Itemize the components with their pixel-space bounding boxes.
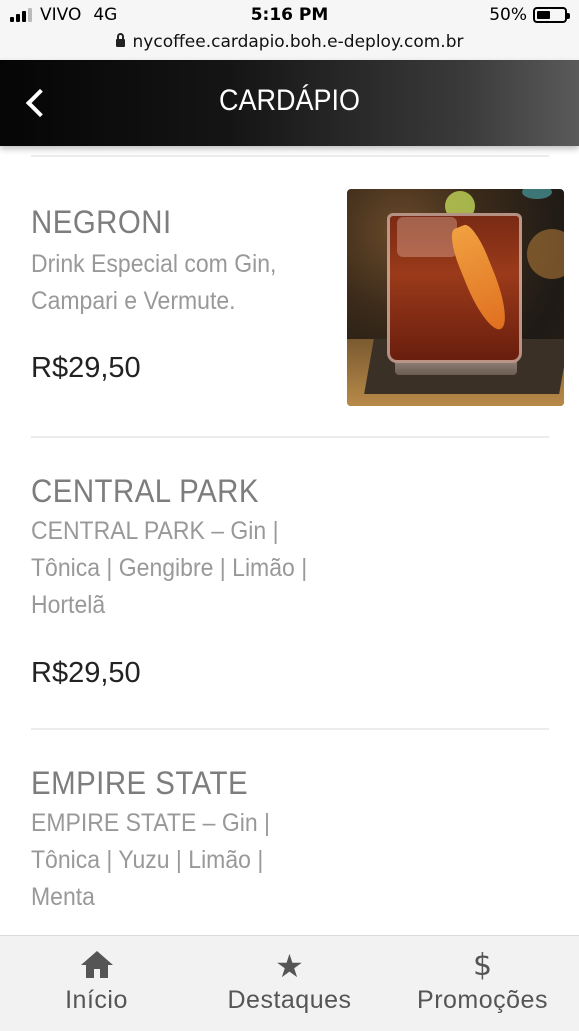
tab-inicio[interactable]: Início	[0, 936, 193, 1031]
battery-icon	[533, 7, 570, 23]
item-description: CENTRAL PARK – Gin | Tônica | Gengibre |…	[31, 517, 308, 619]
tab-label: Início	[65, 986, 128, 1014]
item-price: R$29,50	[31, 352, 141, 384]
battery-fill	[537, 11, 550, 19]
page-title: CARDÁPIO	[218, 84, 361, 117]
item-price: R$29,50	[31, 657, 141, 689]
divider	[31, 155, 549, 157]
tab-label: Promoções	[417, 986, 548, 1014]
tab-label: Destaques	[227, 986, 352, 1014]
battery-percent: 50%	[489, 5, 527, 25]
item-description: EMPIRE STATE – Gin | Tônica | Yuzu | Lim…	[31, 809, 271, 911]
url-text: nycoffee.cardapio.boh.e-deploy.com.br	[132, 32, 464, 52]
bottom-tab-bar: Início ★ Destaques $ Promoções	[0, 935, 579, 1031]
item-name: CENTRAL PARK	[31, 473, 260, 509]
item-name: EMPIRE STATE	[31, 765, 249, 801]
app-header: CARDÁPIO	[0, 60, 579, 146]
star-icon: ★	[275, 947, 304, 985]
divider	[31, 436, 549, 438]
status-right: 50%	[489, 5, 570, 25]
item-name: NEGRONI	[31, 204, 172, 240]
lock-icon	[115, 33, 125, 47]
status-bar: VIVO 4G 5:16 PM 50% nycoffee.cardapio.bo…	[0, 0, 579, 60]
negroni-photo	[347, 189, 564, 406]
tab-promocoes[interactable]: $ Promoções	[386, 936, 579, 1031]
divider	[31, 728, 549, 730]
home-icon	[80, 951, 113, 981]
item-description: Drink Especial com Gin, Campari e Vermut…	[31, 250, 277, 315]
address-bar[interactable]: nycoffee.cardapio.boh.e-deploy.com.br	[0, 32, 579, 52]
tab-destaques[interactable]: ★ Destaques	[193, 936, 386, 1031]
dollar-icon: $	[472, 948, 493, 983]
